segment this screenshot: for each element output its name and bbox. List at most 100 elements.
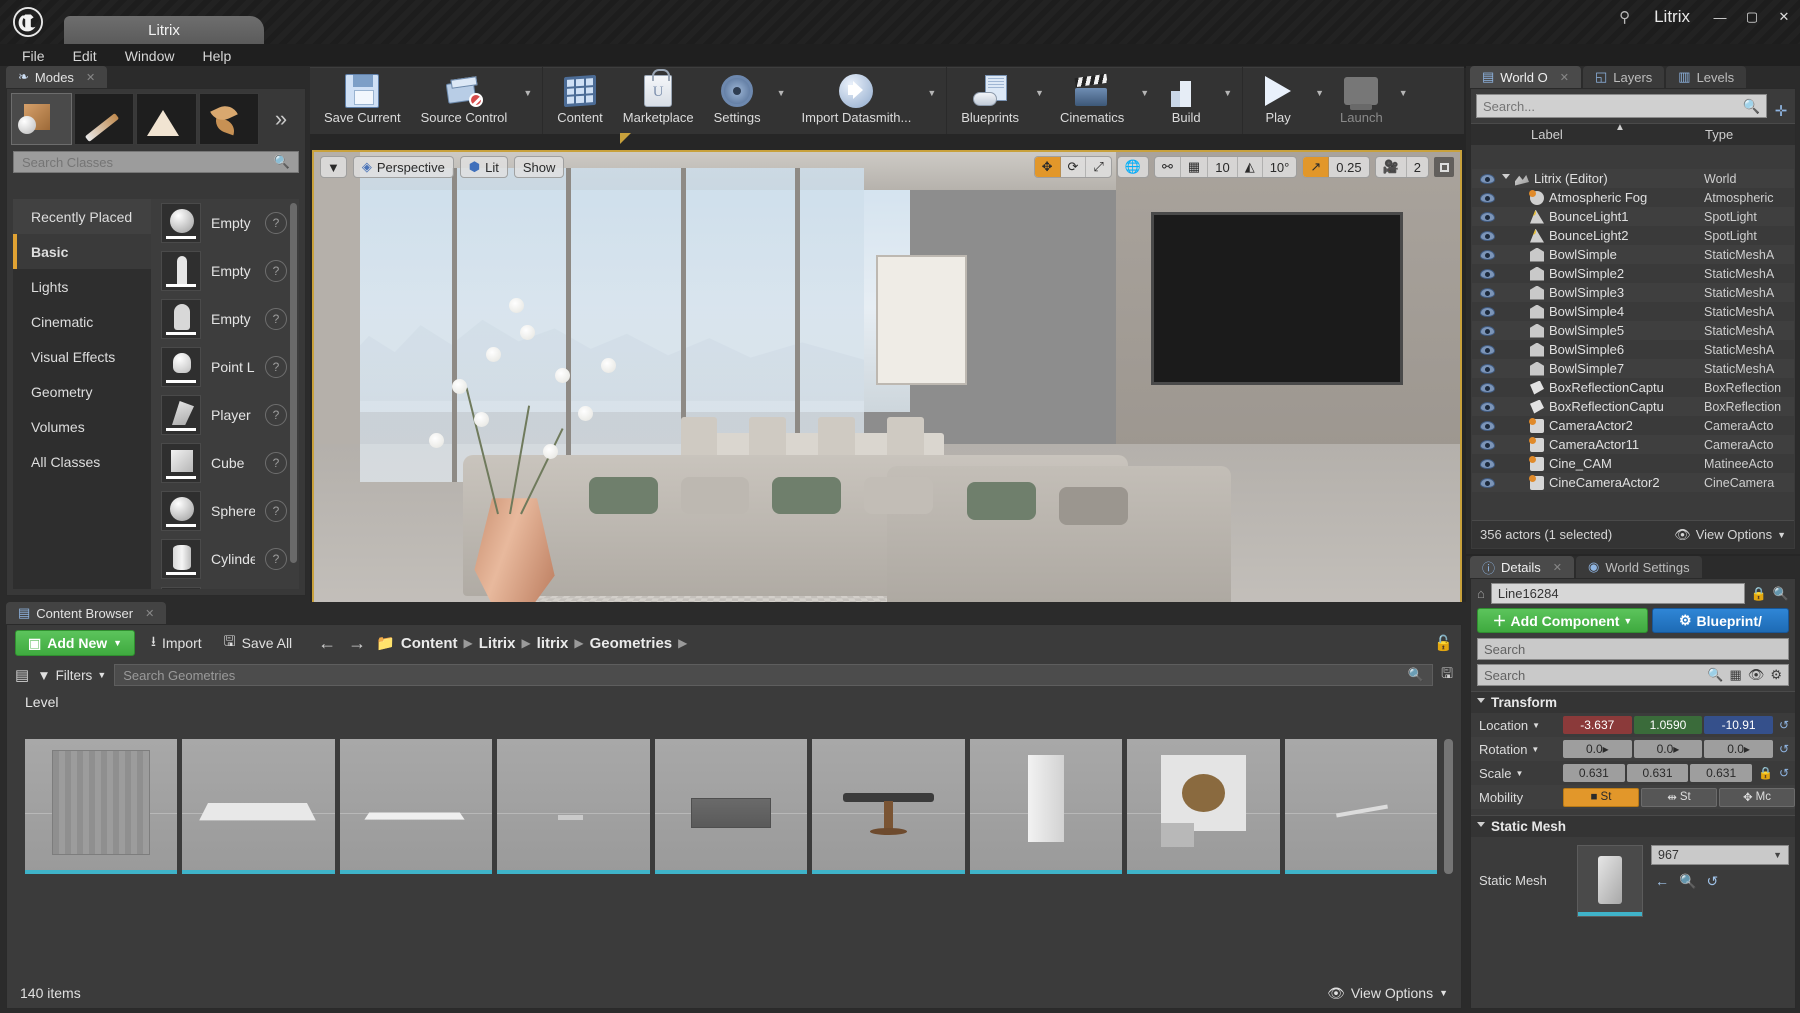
rotate-tool-icon[interactable]: ⟳ xyxy=(1061,157,1087,177)
marketplace-button[interactable]: Marketplace xyxy=(613,67,704,134)
lock-icon[interactable]: 🔓 xyxy=(1434,634,1453,652)
tab-content-browser[interactable]: ▤ Content Browser ✕ xyxy=(6,602,166,624)
table-row[interactable]: BowlSimple2 StaticMeshA xyxy=(1472,264,1794,283)
scale-snap-icon[interactable]: ↗ xyxy=(1303,157,1329,177)
location-x-field[interactable]: -3.637 xyxy=(1563,716,1632,734)
list-item[interactable]: Empty ? xyxy=(151,295,299,343)
table-row[interactable]: Cine_CAM MatineeActo xyxy=(1472,454,1794,473)
filters-button[interactable]: ▼ Filters ▼ xyxy=(37,668,106,683)
mobility-movable-button[interactable]: ✥ Mc xyxy=(1719,788,1795,807)
asset-tile[interactable] xyxy=(497,739,649,874)
tab-world-outliner[interactable]: ▤ World O ✕ xyxy=(1470,66,1581,88)
reset-rotation-icon[interactable]: ↺ xyxy=(1779,742,1789,756)
grid-view-icon[interactable]: ▦ xyxy=(1730,667,1742,683)
scale-label-wrap[interactable]: Scale ▼ xyxy=(1471,766,1563,781)
angle-snap-value[interactable]: 10° xyxy=(1263,157,1297,177)
actor-name-field[interactable]: Line16284 xyxy=(1491,583,1745,604)
scale-z-field[interactable]: 0.631 xyxy=(1690,764,1752,782)
search-classes-input[interactable] xyxy=(22,155,274,170)
scale-y-field[interactable]: 0.631 xyxy=(1627,764,1689,782)
reset-scale-icon[interactable]: ↺ xyxy=(1779,766,1789,780)
build-button[interactable]: Build xyxy=(1155,67,1217,134)
table-row[interactable]: CameraActor2 CameraActo xyxy=(1472,416,1794,435)
save-all-button[interactable]: 🖫 Save All xyxy=(218,631,299,655)
play-dropdown-icon[interactable]: ▼ xyxy=(1309,67,1330,134)
grid-snap-value[interactable]: 10 xyxy=(1208,157,1237,177)
table-row[interactable]: BowlSimple4 StaticMeshA xyxy=(1472,302,1794,321)
viewport-options-icon[interactable]: ▼ xyxy=(320,156,347,178)
help-icon[interactable]: ? xyxy=(265,452,287,474)
visibility-eye-icon[interactable] xyxy=(1472,478,1502,488)
visibility-eye-icon[interactable] xyxy=(1472,421,1502,431)
property-search-field[interactable]: Search 🔍 ▦ 👁 ⚙ xyxy=(1477,664,1789,686)
reset-location-icon[interactable]: ↺ xyxy=(1779,718,1789,732)
visibility-eye-icon[interactable] xyxy=(1472,402,1502,412)
maximize-button[interactable]: ▢ xyxy=(1736,4,1768,30)
asset-tile[interactable] xyxy=(1285,739,1437,874)
visibility-eye-icon[interactable] xyxy=(1472,269,1502,279)
scale-x-field[interactable]: 0.631 xyxy=(1563,764,1625,782)
list-item[interactable]: Cone ? xyxy=(151,583,299,589)
landscape-mode-icon[interactable] xyxy=(136,93,197,145)
location-label-wrap[interactable]: Location ▼ xyxy=(1471,718,1563,733)
source-control-button[interactable]: Source Control xyxy=(411,67,518,134)
visibility-eye-icon[interactable] xyxy=(1472,364,1502,374)
expander-icon[interactable] xyxy=(1502,174,1510,183)
help-icon[interactable]: ? xyxy=(265,308,287,330)
visibility-eye-icon[interactable] xyxy=(1472,231,1502,241)
asset-list[interactable]: Empty ? Empty ? Empty ? xyxy=(151,199,299,589)
location-z-field[interactable]: -10.91 xyxy=(1704,716,1773,734)
tab-world-settings[interactable]: ◉ World Settings xyxy=(1576,556,1702,578)
outliner-view-options-button[interactable]: 👁 View Options ▼ xyxy=(1674,527,1786,543)
save-search-icon[interactable]: 🖫 xyxy=(1441,663,1453,687)
asset-tile[interactable] xyxy=(655,739,807,874)
help-icon[interactable]: ? xyxy=(265,212,287,234)
camera-speed-icon[interactable]: 🎥 xyxy=(1376,157,1407,177)
static-mesh-select[interactable]: 967 ▼ xyxy=(1651,845,1789,865)
table-row[interactable]: BowlSimple7 StaticMeshA xyxy=(1472,359,1794,378)
more-modes-icon[interactable]: » xyxy=(261,93,301,145)
list-item[interactable]: Cube ? xyxy=(151,439,299,487)
minimize-button[interactable]: — xyxy=(1704,4,1736,30)
tab-levels[interactable]: ▥ Levels xyxy=(1666,66,1746,88)
nav-forward-icon[interactable]: → xyxy=(348,633,366,654)
outliner-rows[interactable]: Litrix (Editor) World Atmospheric Fog At… xyxy=(1472,169,1794,519)
world-coords-icon[interactable]: 🌐 xyxy=(1118,157,1148,177)
grid-snap-icon[interactable]: ▦ xyxy=(1181,157,1208,177)
pin-icon[interactable]: ⚲ xyxy=(1609,8,1640,26)
breadcrumb-litrix2[interactable]: litrix xyxy=(537,635,569,652)
source-control-dropdown-icon[interactable]: ▼ xyxy=(517,67,538,134)
view-mode-button[interactable]: ◈ Perspective xyxy=(353,156,454,178)
show-menu-button[interactable]: Show xyxy=(514,156,565,178)
place-mode-icon[interactable] xyxy=(11,93,72,145)
eye-icon[interactable]: 👁 xyxy=(1748,667,1765,683)
foliage-mode-icon[interactable] xyxy=(199,93,260,145)
menu-window[interactable]: Window xyxy=(113,46,187,66)
menu-file[interactable]: File xyxy=(10,46,57,66)
visibility-eye-icon[interactable] xyxy=(1472,440,1502,450)
visibility-eye-icon[interactable] xyxy=(1472,250,1502,260)
menu-edit[interactable]: Edit xyxy=(61,46,109,66)
settings-icon[interactable]: ⚙ xyxy=(1770,667,1782,683)
play-button[interactable]: Play xyxy=(1247,67,1309,134)
launch-dropdown-icon[interactable]: ▼ xyxy=(1393,67,1414,134)
use-selected-icon[interactable]: ← xyxy=(1655,873,1669,890)
add-column-icon[interactable]: ✛ xyxy=(1772,100,1790,122)
table-row[interactable]: BoxReflectionCaptu BoxReflection xyxy=(1472,378,1794,397)
search-icon[interactable]: 🔍 xyxy=(1707,667,1723,683)
paint-mode-icon[interactable] xyxy=(74,93,135,145)
translate-tool-icon[interactable]: ✥ xyxy=(1035,157,1061,177)
sources-panel-icon[interactable]: ▤ xyxy=(15,666,29,684)
rotation-y-field[interactable]: 0.0▸ xyxy=(1634,740,1703,758)
sidebar-item-cinematic[interactable]: Cinematic xyxy=(13,304,151,339)
list-item[interactable]: Point L ? xyxy=(151,343,299,391)
lit-mode-button[interactable]: ⬢ Lit xyxy=(460,156,508,178)
blueprint-button[interactable]: ⚙ Blueprint/ xyxy=(1652,608,1789,633)
table-row[interactable]: BounceLight2 SpotLight xyxy=(1472,226,1794,245)
list-item[interactable]: Cylinde ? xyxy=(151,535,299,583)
scale-tool-icon[interactable]: ⤢ xyxy=(1086,157,1110,177)
sidebar-item-all-classes[interactable]: All Classes xyxy=(13,444,151,479)
save-current-button[interactable]: Save Current xyxy=(314,67,411,134)
list-item[interactable]: Player ? xyxy=(151,391,299,439)
search-classes-field[interactable]: 🔍 xyxy=(13,151,299,173)
